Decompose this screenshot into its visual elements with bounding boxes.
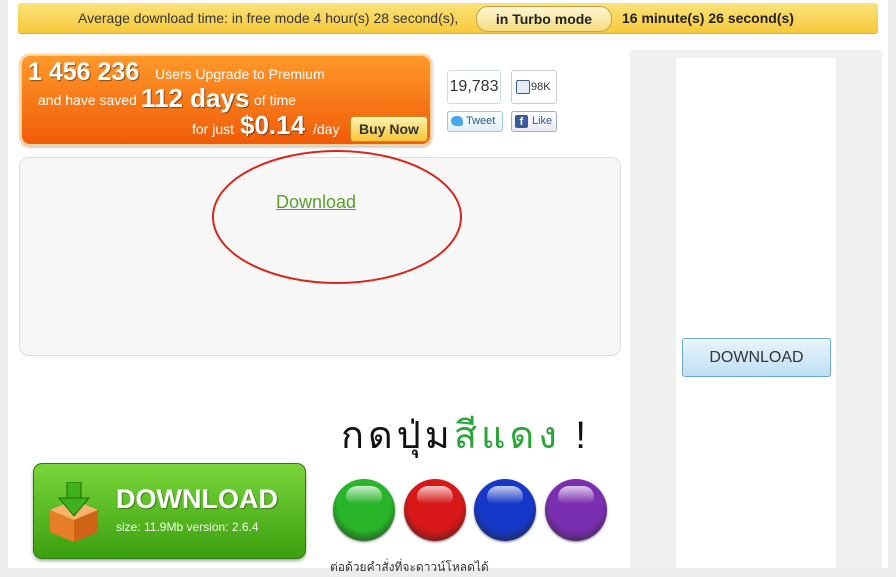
twitter-bird-icon xyxy=(451,116,463,126)
free-mode-text: Average download time: in free mode 4 ho… xyxy=(78,10,459,26)
instruction-text-green: สีแดง xyxy=(453,415,561,457)
like-label: Like xyxy=(532,115,553,127)
users-count: 1 456 236 xyxy=(28,58,140,86)
price: $0.14 xyxy=(240,110,306,140)
days-saved: 112 days xyxy=(141,83,250,113)
tweet-label: Tweet xyxy=(466,115,496,127)
instruction-heading: กดปุ่มสีแดง ! xyxy=(341,404,590,465)
download-box-icon xyxy=(50,482,98,542)
thumbs-up-icon xyxy=(516,80,530,94)
big-download-title: DOWNLOAD xyxy=(116,484,278,514)
blue-round-button[interactable] xyxy=(474,479,536,541)
users-text: Users Upgrade to Premium xyxy=(155,66,325,82)
like-count: 98K xyxy=(531,81,551,93)
purple-round-button[interactable] xyxy=(545,479,607,541)
like-count-box: 98K xyxy=(511,70,557,104)
sidebar-download-button[interactable]: DOWNLOAD xyxy=(682,338,831,377)
instruction-text: กดปุ่ม xyxy=(341,415,454,457)
premium-promo-banner[interactable]: 1 456 236 Users Upgrade to Premium and h… xyxy=(20,54,432,146)
days-suffix: of time xyxy=(254,92,297,108)
turbo-time-text: 16 minute(s) 26 second(s) xyxy=(622,10,794,26)
download-time-banner: Average download time: in free mode 4 ho… xyxy=(18,3,878,34)
sidebar-ad-area xyxy=(676,58,836,568)
green-round-button[interactable] xyxy=(333,479,395,541)
instruction-exclamation: ! xyxy=(575,415,590,457)
download-meta: size: 11.9Mb version: 2.6.4 xyxy=(116,520,259,534)
red-round-button[interactable] xyxy=(404,479,466,541)
red-ellipse-annotation xyxy=(212,150,462,284)
big-download-button[interactable]: DOWNLOAD size: 11.9Mb version: 2.6.4 xyxy=(33,463,306,559)
price-prefix: for just xyxy=(192,121,235,137)
saved-text: and have saved xyxy=(38,92,137,108)
facebook-icon: f xyxy=(515,115,528,128)
tweet-count: 19,783 xyxy=(447,70,501,104)
turbo-mode-button[interactable]: in Turbo mode xyxy=(476,6,612,32)
buy-now-button[interactable]: Buy Now xyxy=(350,116,428,142)
price-suffix: /day xyxy=(313,121,340,137)
tweet-button[interactable]: Tweet xyxy=(447,111,503,132)
facebook-like-button[interactable]: f Like xyxy=(511,111,557,132)
